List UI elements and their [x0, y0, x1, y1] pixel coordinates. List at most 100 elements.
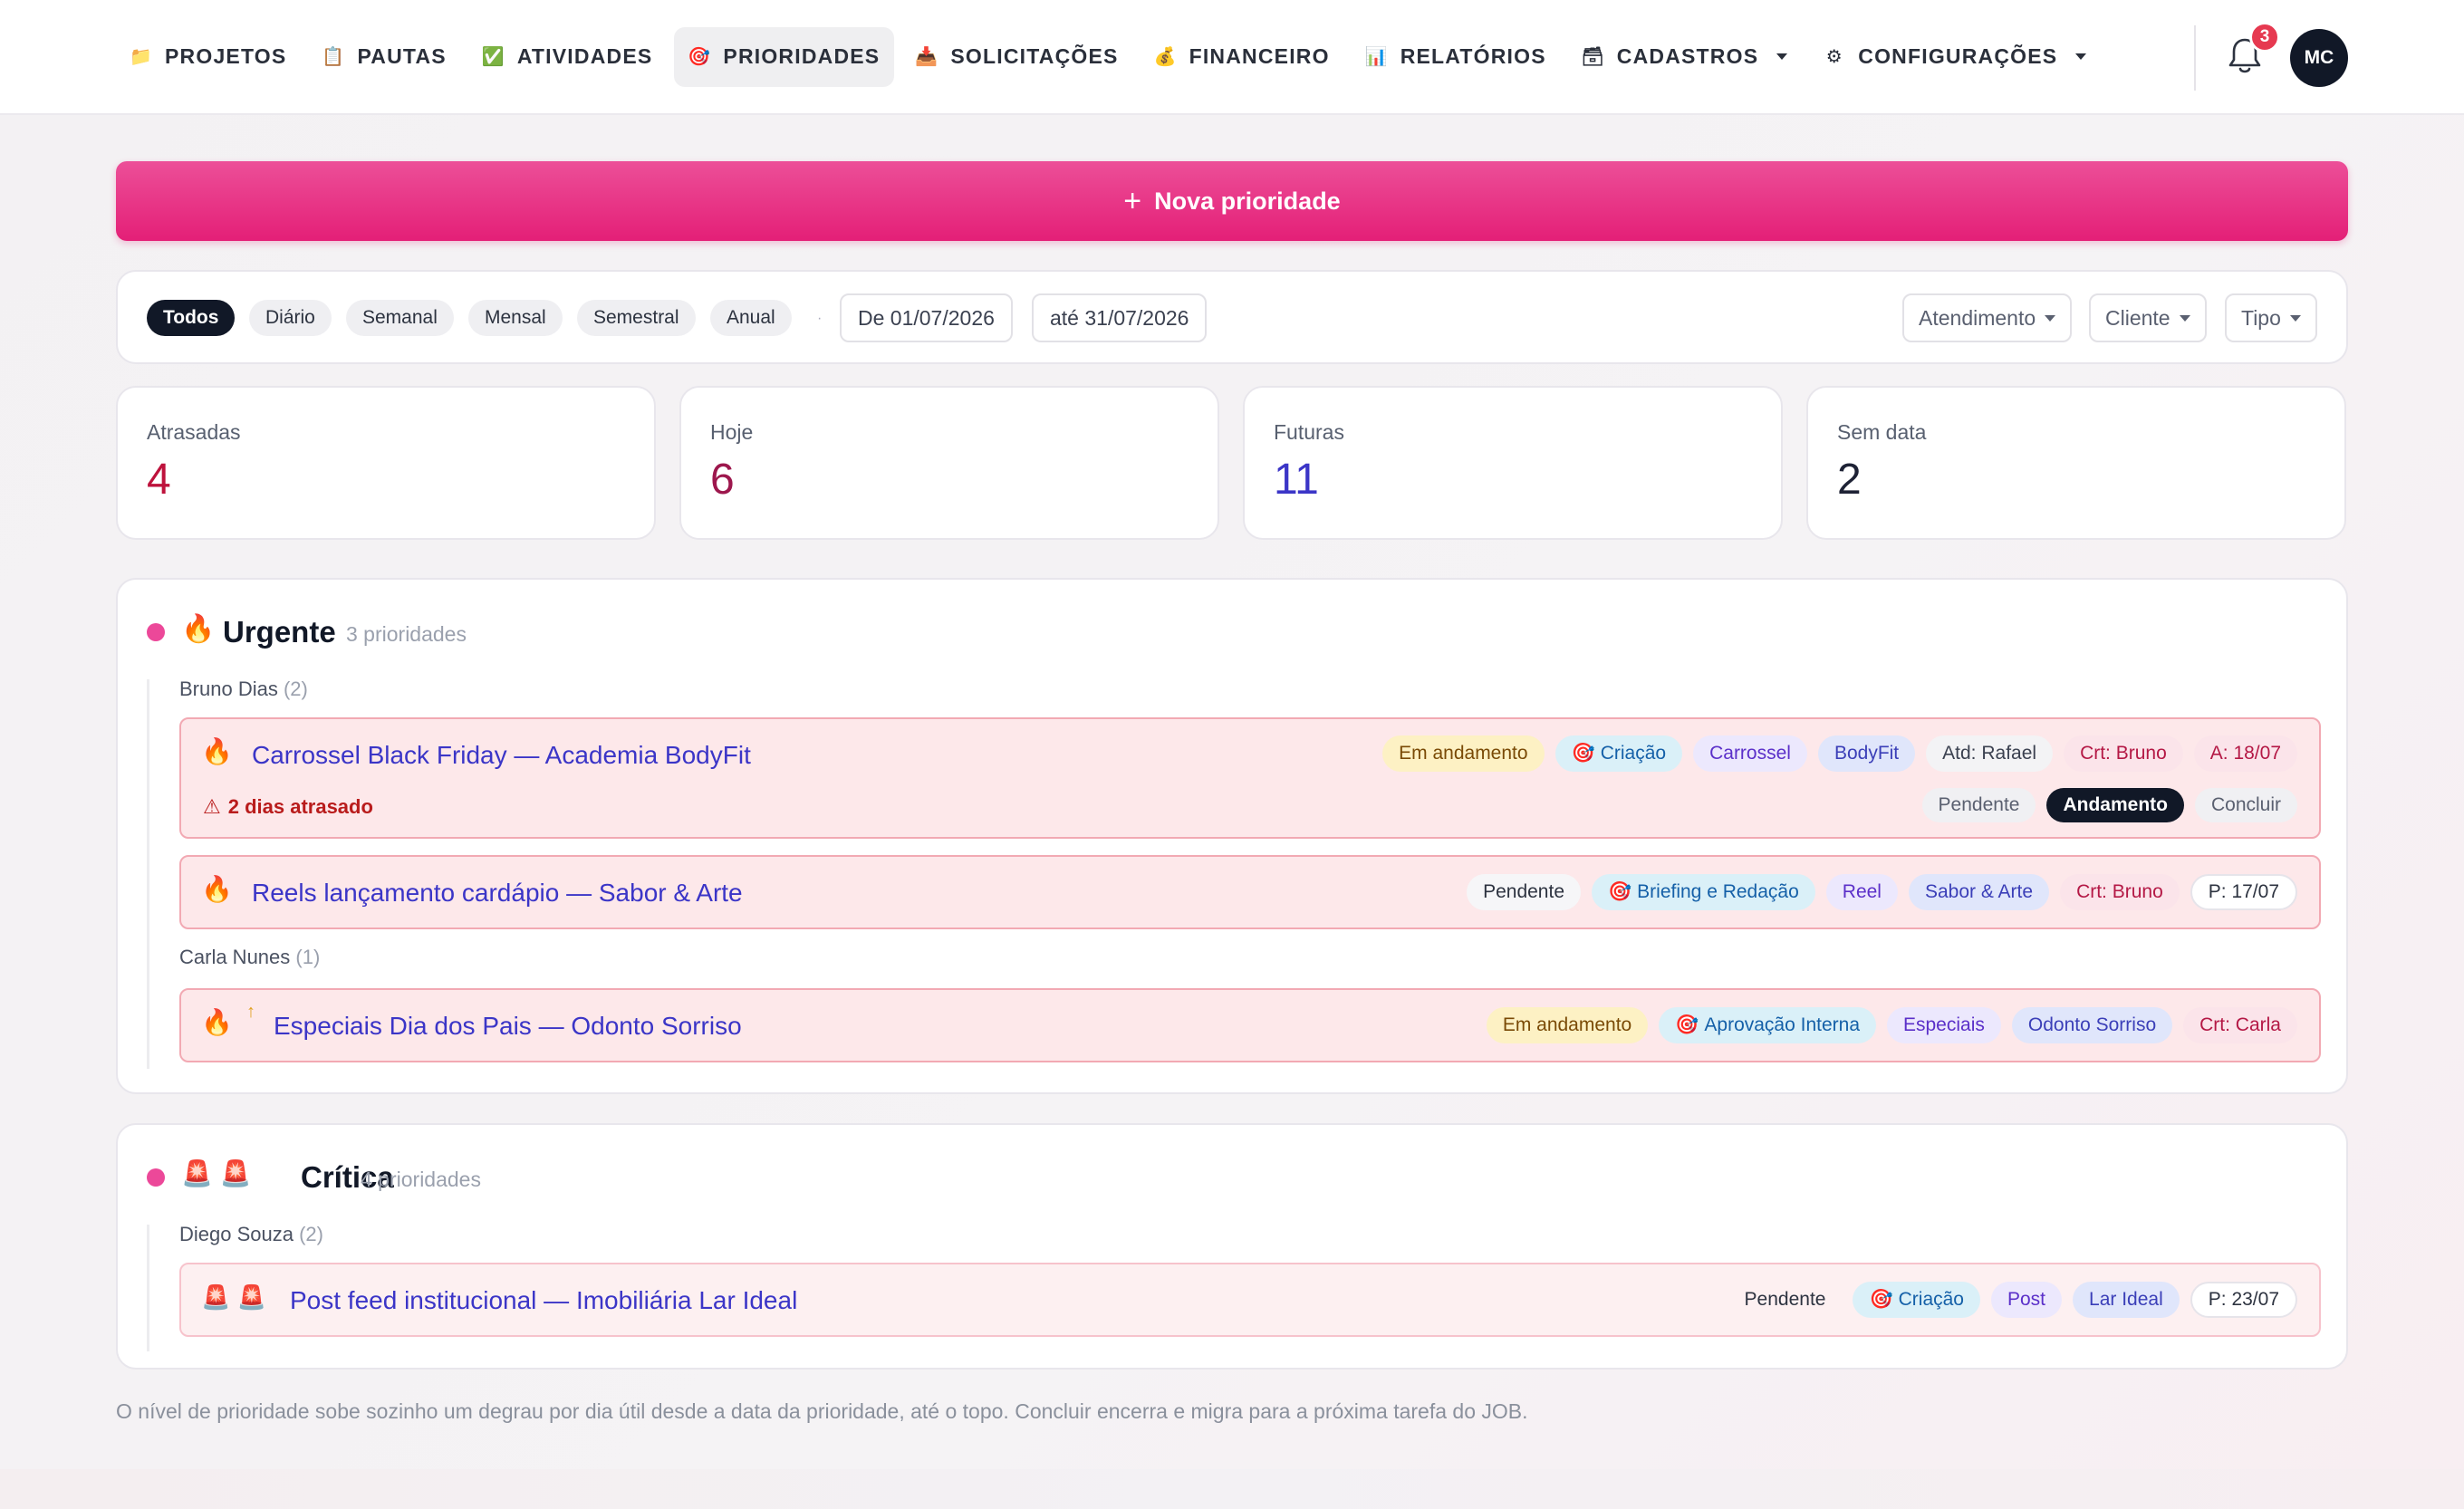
stat-value: 6	[710, 456, 735, 504]
nav-relatorios[interactable]: 📊 RELATÓRIOS	[1352, 27, 1561, 87]
stage-label: Briefing e Redação	[1637, 881, 1799, 902]
complete-button[interactable]: Concluir	[2194, 788, 2297, 822]
date-to-input[interactable]: até 31/07/2026	[1032, 293, 1208, 342]
clipboard-icon: 📋	[322, 47, 346, 67]
fire-icon: 🔥	[181, 614, 216, 644]
status-badge: Em andamento	[1486, 1007, 1649, 1043]
avatar[interactable]: MC	[2290, 29, 2348, 87]
priority-group-critica: 🚨 🚨 Crítica 4 prioridades Diego Souza (2…	[116, 1123, 2348, 1370]
period-chip-semanal[interactable]: Semanal	[346, 300, 454, 336]
nav-label: FINANCEIRO	[1189, 44, 1330, 68]
nav-label: RELATÓRIOS	[1400, 44, 1546, 68]
status-badge: Pendente	[1467, 874, 1581, 910]
status-badge: Em andamento	[1382, 735, 1545, 772]
stat-label: Sem data	[1837, 420, 1927, 444]
chevron-down-icon	[2045, 314, 2056, 322]
priority-group-urgente: 🔥 Urgente 3 prioridades Bruno Dias (2) 🔥…	[116, 578, 2348, 1094]
nav-label: SOLICITAÇÕES	[950, 44, 1119, 68]
bottom-band	[0, 1469, 2464, 1509]
warning-icon: ⚠	[203, 795, 221, 818]
stat-card-hoje[interactable]: Hoje 6	[679, 386, 1219, 540]
filter-bar: Todos Diário Semanal Mensal Semestral An…	[116, 270, 2348, 364]
fire-icon: 🔥	[201, 1008, 233, 1036]
stat-card-atrasadas[interactable]: Atrasadas 4	[116, 386, 656, 540]
assignee-heading: Bruno Dias (2)	[179, 678, 308, 701]
nav-label: PROJETOS	[165, 44, 287, 68]
priority-title-link[interactable]: Reels lançamento cardápio — Sabor & Arte	[252, 879, 743, 908]
creator-badge: Crt: Bruno	[2064, 735, 2183, 772]
stage-label: Aprovação Interna	[1704, 1014, 1860, 1035]
nav-solicitacoes[interactable]: 📥 SOLICITAÇÕES	[901, 27, 1132, 87]
assignee-heading: Carla Nunes (1)	[179, 946, 320, 969]
period-chip-diario[interactable]: Diário	[249, 300, 332, 336]
nav-projetos[interactable]: 📁 PROJETOS	[116, 27, 301, 87]
stat-label: Futuras	[1274, 420, 1344, 444]
period-chip-todos[interactable]: Todos	[147, 300, 236, 336]
creator-badge: Crt: Carla	[2183, 1007, 2297, 1043]
assignee-name: Carla Nunes	[179, 946, 291, 968]
nav-configuracoes[interactable]: ⚙ CONFIGURAÇÕES	[1809, 27, 2101, 87]
arrow-up-icon: ↑	[246, 1002, 255, 1022]
cliente-dropdown[interactable]: Cliente	[2089, 293, 2207, 342]
stage-label: Criação	[1898, 1289, 1964, 1310]
priority-title-link[interactable]: Carrossel Black Friday — Academia BodyFi…	[252, 741, 751, 770]
stage-badge: 🎯 Criação	[1853, 1282, 1980, 1318]
nav-cadastros[interactable]: 🗃 CADASTROS	[1568, 27, 1802, 87]
period-chip-mensal[interactable]: Mensal	[468, 300, 563, 336]
set-pending-button[interactable]: Pendente	[1921, 788, 2036, 822]
nav-label: CADASTROS	[1616, 44, 1759, 68]
tipo-dropdown[interactable]: Tipo	[2225, 293, 2317, 342]
top-navbar: 📁 PROJETOS 📋 PAUTAS ✅ ATIVIDADES 🎯 PRIOR…	[0, 0, 2464, 115]
nav-label: CONFIGURAÇÕES	[1858, 44, 2058, 68]
stat-label: Atrasadas	[147, 420, 241, 444]
nav-prioridades[interactable]: 🎯 PRIORIDADES	[674, 26, 895, 87]
tag-list: Em andamento 🎯 Criação Carrossel BodyFit …	[1382, 735, 2297, 772]
bar-chart-icon: 📊	[1364, 47, 1389, 67]
set-in-progress-button[interactable]: Andamento	[2046, 788, 2184, 822]
chevron-down-icon	[2289, 314, 2301, 322]
date-badge: P: 23/07	[2190, 1282, 2297, 1318]
nav-financeiro[interactable]: 💰 FINANCEIRO	[1141, 27, 1344, 87]
priority-item: 🚨 🚨 Post feed institucional — Imobiliári…	[179, 1263, 2321, 1337]
type-badge: Carrossel	[1693, 735, 1807, 772]
stat-card-sem-data[interactable]: Sem data 2	[1806, 386, 2346, 540]
assignee-count: (2)	[299, 1223, 323, 1245]
client-badge: BodyFit	[1817, 735, 1916, 772]
new-priority-button[interactable]: + Nova prioridade	[116, 161, 2348, 241]
overdue-text: 2 dias atrasado	[227, 795, 373, 818]
check-icon: ✅	[481, 47, 505, 67]
group-rail	[147, 679, 149, 1069]
type-badge: Reel	[1825, 874, 1898, 910]
divider	[2194, 25, 2196, 91]
tag-list: Em andamento 🎯 Aprovação Interna Especiai…	[1486, 1007, 2297, 1043]
priority-item: 🔥 Carrossel Black Friday — Academia Body…	[179, 717, 2321, 839]
nav-label: ATIVIDADES	[516, 44, 653, 68]
chevron-down-icon	[2075, 53, 2087, 60]
tag-list: Pendente 🎯 Criação Post Lar Ideal P: 23/0…	[1728, 1282, 2297, 1318]
stat-card-futuras[interactable]: Futuras 11	[1243, 386, 1783, 540]
priority-title-link[interactable]: Especiais Dia dos Pais — Odonto Sorriso	[274, 1012, 742, 1041]
group-count: 3 prioridades	[346, 622, 467, 646]
nav-label: PRIORIDADES	[723, 44, 881, 68]
type-badge: Especiais	[1887, 1007, 2001, 1043]
assignee-count: (2)	[283, 678, 308, 700]
creator-badge: Crt: Bruno	[2060, 874, 2180, 910]
folder-icon: 📁	[129, 47, 154, 67]
nav-atividades[interactable]: ✅ ATIVIDADES	[468, 27, 668, 87]
fire-icon: 🔥	[201, 737, 233, 765]
footer-note: O nível de prioridade sobe sozinho um de…	[116, 1399, 1528, 1423]
group-rail	[147, 1225, 149, 1351]
period-chip-semestral[interactable]: Semestral	[577, 300, 696, 336]
gear-icon: ⚙	[1825, 47, 1843, 67]
nav-pautas[interactable]: 📋 PAUTAS	[308, 27, 460, 87]
priority-item: 🔥 ↑ Especiais Dia dos Pais — Odonto Sorr…	[179, 988, 2321, 1062]
stat-label: Hoje	[710, 420, 754, 444]
target-icon: 🎯	[1869, 1289, 1893, 1310]
priority-title-link[interactable]: Post feed institucional — Imobiliária La…	[290, 1286, 797, 1315]
atendimento-dropdown[interactable]: Atendimento	[1902, 293, 2073, 342]
date-from-input[interactable]: De 01/07/2026	[840, 293, 1013, 342]
status-actions: Pendente Andamento Concluir	[1921, 788, 2297, 822]
plus-icon: +	[1123, 184, 1142, 218]
period-chip-anual[interactable]: Anual	[710, 300, 792, 336]
stage-badge: 🎯 Aprovação Interna	[1659, 1007, 1876, 1043]
